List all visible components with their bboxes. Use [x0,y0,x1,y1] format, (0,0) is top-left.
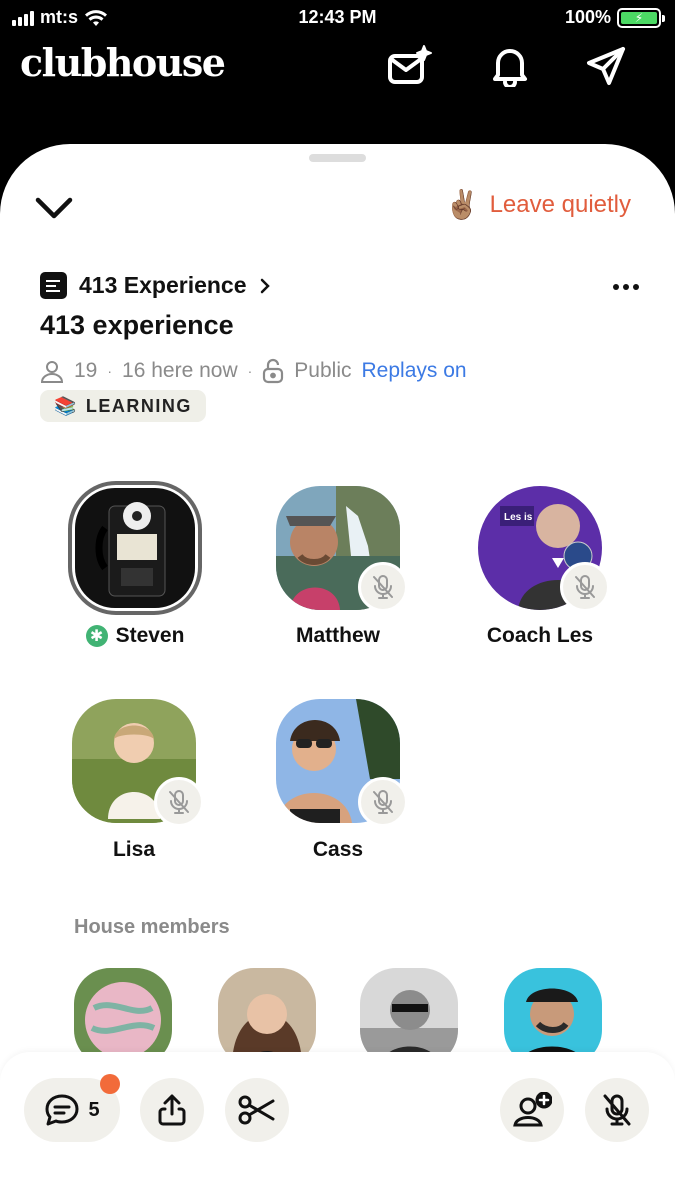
speaker-name: Cass [312,838,364,861]
avatar [68,481,202,615]
minimize-chevron-down-icon[interactable] [34,192,74,224]
more-options-icon[interactable] [613,284,639,290]
share-button[interactable] [140,1078,204,1142]
muted-mic-icon [560,562,610,612]
bottom-action-bar: 5 [0,1052,675,1200]
room-meta: 19 · 16 here now · Public Replays on [40,358,467,384]
peace-hand-icon: ✌🏽 [444,189,480,220]
status-right: 100% ⚡ [564,7,665,28]
club-link[interactable]: 413 Experience [40,272,271,299]
mute-toggle-button[interactable] [585,1078,649,1142]
svg-text:Les is: Les is [504,512,533,523]
members-count: 19 [74,359,98,382]
topic-tag-label: LEARNING [85,395,192,416]
speaker-name: Matthew [296,624,380,647]
room-sheet: ✌🏽 Leave quietly 413 Experience 413 expe… [0,144,675,1200]
speaker-name: Steven [115,624,185,647]
clip-button[interactable] [225,1078,289,1142]
house-members-heading: House members [74,916,230,938]
lock-open-icon [263,358,284,384]
battery-icon: ⚡ [617,7,665,28]
unread-dot [100,1074,120,1094]
muted-mic-icon [154,777,204,827]
battery-percent: 100% [564,7,611,27]
person-icon [40,361,64,383]
invite-mail-icon[interactable] [386,42,434,90]
chat-button[interactable]: 5 [24,1074,120,1142]
club-name: 413 Experience [79,272,247,298]
leave-quietly-label: Leave quietly [489,190,631,218]
send-icon[interactable] [582,42,630,90]
topic-tag[interactable]: 📚 LEARNING [40,390,206,422]
chat-bubble-icon [45,1094,79,1126]
here-now: 16 here now [122,359,238,382]
chat-count: 5 [88,1098,100,1121]
app-logo: clubhouse [20,40,226,85]
replays-link[interactable]: Replays on [362,359,467,383]
muted-mic-icon [358,777,408,827]
scissors-icon [238,1095,275,1125]
books-icon: 📚 [54,395,78,416]
leave-quietly-button[interactable]: ✌🏽 Leave quietly [445,188,631,221]
speaker-name: Coach Les [486,624,594,647]
sheet-handle[interactable] [309,154,366,162]
room-title: 413 experience [40,310,234,340]
speaker-name-row: Lisa [34,838,234,862]
status-bar: mt:s 12:43 PM 100% ⚡ [0,0,675,36]
club-logo-icon [40,272,67,299]
speaker-name: Lisa [112,838,156,861]
share-icon [158,1094,186,1126]
mic-off-icon [603,1094,631,1126]
app-header: clubhouse [0,36,675,96]
invite-user-button[interactable] [500,1078,564,1142]
speaker-name-row: Matthew [238,624,438,648]
muted-mic-icon [358,562,408,612]
moderator-star-icon: ✱ [85,625,108,647]
speaker-name-row: Coach Les [440,624,640,648]
add-user-icon [513,1092,552,1127]
visibility-label: Public [294,359,352,382]
speaker-name-row: ✱ Steven [35,624,235,648]
bell-icon[interactable] [486,42,534,90]
chevron-right-icon [260,278,270,293]
speaker-name-row: Cass [238,838,438,862]
